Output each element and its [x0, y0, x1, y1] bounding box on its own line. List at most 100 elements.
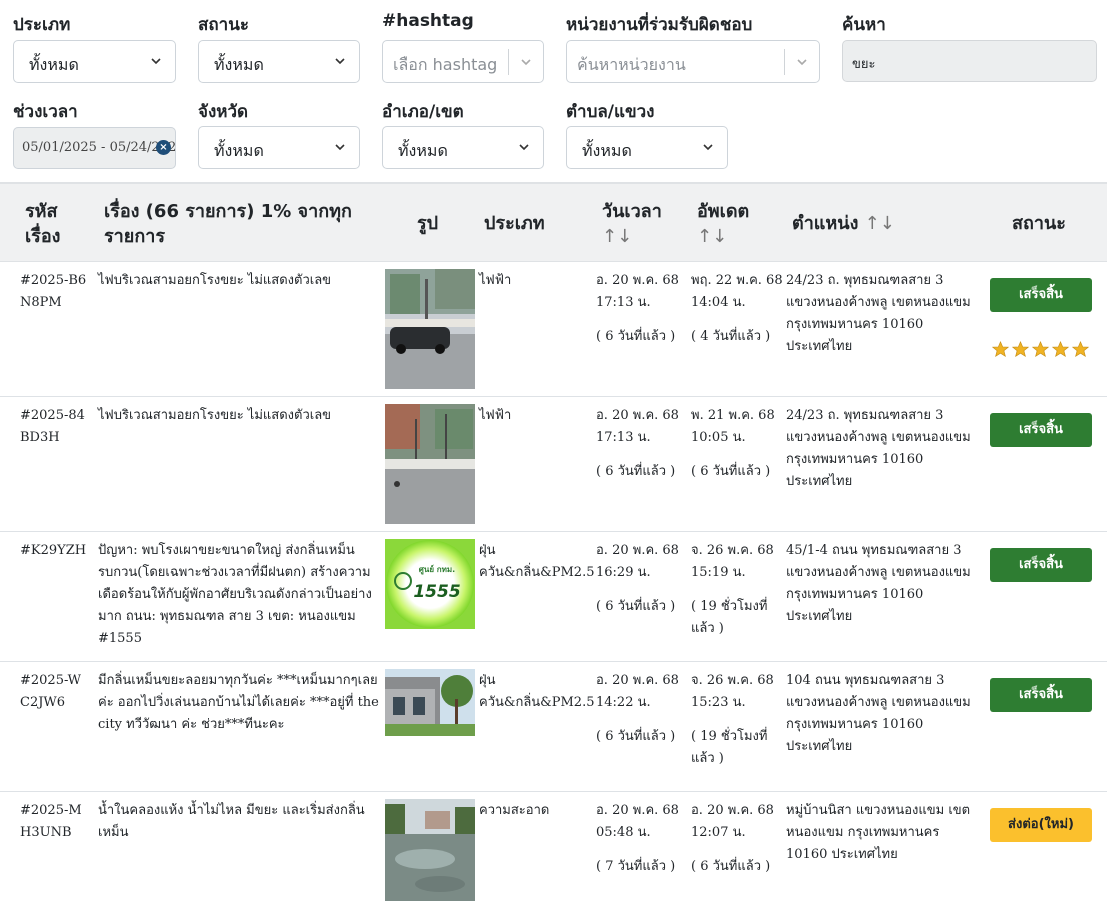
- type-select[interactable]: ทั้งหมด: [13, 40, 176, 83]
- date-range-value: 05/01/2025 - 05/24/2025: [22, 140, 176, 155]
- table-row[interactable]: #2025-MH3UNB น้ำในคลองแห้ง น้ำไม่ไหล มีข…: [0, 792, 1107, 901]
- table-row[interactable]: #K29YZH ปัญหา: พบโรงเผาขยะขนาดใหญ่ ส่งกล…: [0, 532, 1107, 662]
- subdistrict-select-value: ทั้งหมด: [582, 141, 632, 160]
- row-id[interactable]: #2025-WC2JW6: [20, 670, 90, 714]
- province-filter-label: จังหวัด: [198, 102, 249, 122]
- report-thumbnail[interactable]: ศูนย์ กทม. 1555: [385, 539, 475, 629]
- row-datetime-ago: ( 6 วันที่แล้ว ): [596, 729, 676, 744]
- hashtag-placeholder: เลือก hashtag: [393, 55, 498, 74]
- row-title[interactable]: ไฟบริเวณสามอยกโรงขยะ ไม่แสดงตัวเลข: [98, 405, 376, 427]
- header-updated-label: อัพเดต: [697, 201, 750, 222]
- search-input[interactable]: ขยะ: [842, 40, 1097, 82]
- row-location: 24/23 ถ. พุทธมณฑลสาย 3 แขวงหนองค้างพลู เ…: [786, 408, 971, 489]
- rating-stars: [992, 341, 1089, 358]
- row-type: ฝุ่น ควัน&กลิ่น&PM2.5: [479, 673, 595, 710]
- row-id[interactable]: #2025-84BD3H: [20, 405, 90, 449]
- row-updated: พ. 21 พ.ค. 68 10:05 น.: [691, 408, 775, 445]
- chevron-down-icon: [151, 58, 161, 65]
- type-select-value: ทั้งหมด: [29, 55, 79, 74]
- select-divider: [508, 49, 509, 75]
- header-id[interactable]: รหัส เรื่อง: [25, 199, 85, 249]
- sort-icon[interactable]: ↑↓: [602, 226, 632, 247]
- row-id[interactable]: #2025-B6N8PM: [20, 270, 90, 314]
- status-badge[interactable]: ส่งต่อ(ใหม่): [990, 808, 1092, 842]
- star-icon: [1032, 341, 1049, 358]
- row-type: ฝุ่น ควัน&กลิ่น&PM2.5: [479, 543, 595, 580]
- row-updated-ago: ( 19 ชั่วโมงที่แล้ว ): [691, 599, 768, 636]
- row-datetime: อ. 20 พ.ค. 68 17:13 น.: [596, 408, 679, 445]
- row-datetime-ago: ( 6 วันที่แล้ว ): [596, 464, 676, 479]
- status-badge[interactable]: เสร็จสิ้น: [990, 548, 1092, 582]
- logo-top-text: ศูนย์ กทม.: [419, 564, 455, 575]
- header-datetime[interactable]: วันเวลา ↑↓: [602, 199, 682, 249]
- hashtag-select[interactable]: เลือก hashtag: [382, 40, 544, 83]
- row-location: 45/1-4 ถนน พุทธมณฑลสาย 3 แขวงหนองค้างพลู…: [786, 543, 971, 624]
- select-divider: [784, 49, 785, 75]
- header-type[interactable]: ประเภท: [484, 211, 545, 236]
- status-badge[interactable]: เสร็จสิ้น: [990, 413, 1092, 447]
- sort-icon[interactable]: ↑↓: [697, 226, 727, 247]
- status-filter-label: สถานะ: [198, 15, 249, 35]
- row-updated: จ. 26 พ.ค. 68 15:23 น.: [691, 673, 774, 710]
- agency-placeholder: ค้นหาหน่วยงาน: [577, 55, 686, 74]
- row-id[interactable]: #2025-MH3UNB: [20, 800, 90, 844]
- row-datetime: อ. 20 พ.ค. 68 16:29 น.: [596, 543, 679, 580]
- date-range-input[interactable]: 05/01/2025 - 05/24/2025 ×: [13, 127, 176, 169]
- row-updated: พฤ. 22 พ.ค. 68 14:04 น.: [691, 273, 783, 310]
- row-updated-ago: ( 4 วันที่แล้ว ): [691, 329, 771, 344]
- logo-main-text: 1555: [413, 582, 460, 602]
- chevron-down-icon: [703, 144, 713, 151]
- header-image: รูป: [417, 213, 439, 234]
- hashtag-filter-label: #hashtag: [382, 11, 474, 31]
- chevron-down-icon: [519, 144, 529, 151]
- row-id[interactable]: #K29YZH: [20, 540, 90, 562]
- reports-table: รหัส เรื่อง เรื่อง (66 รายการ) 1% จากทุก…: [0, 182, 1107, 901]
- row-datetime-ago: ( 7 วันที่แล้ว ): [596, 859, 676, 874]
- chevron-down-icon: [797, 59, 807, 66]
- agency-select[interactable]: ค้นหาหน่วยงาน: [566, 40, 820, 83]
- subdistrict-select[interactable]: ทั้งหมด: [566, 126, 728, 169]
- report-thumbnail[interactable]: [385, 669, 475, 736]
- row-updated-ago: ( 6 วันที่แล้ว ): [691, 464, 771, 479]
- row-updated-ago: ( 6 วันที่แล้ว ): [691, 859, 771, 874]
- row-datetime: อ. 20 พ.ค. 68 14:22 น.: [596, 673, 679, 710]
- header-datetime-label: วันเวลา: [602, 201, 662, 222]
- header-title[interactable]: เรื่อง (66 รายการ) 1% จากทุกรายการ: [104, 199, 384, 249]
- header-location[interactable]: ตำแหน่ง ↑↓: [792, 211, 895, 236]
- sort-icon[interactable]: ↑↓: [865, 213, 895, 234]
- period-filter-label: ช่วงเวลา: [13, 102, 78, 122]
- row-title[interactable]: ไฟบริเวณสามอยกโรงขยะ ไม่แสดงตัวเลข: [98, 270, 376, 292]
- status-select[interactable]: ทั้งหมด: [198, 40, 360, 83]
- row-updated: จ. 26 พ.ค. 68 15:19 น.: [691, 543, 774, 580]
- status-badge[interactable]: เสร็จสิ้น: [990, 278, 1092, 312]
- province-select[interactable]: ทั้งหมด: [198, 126, 360, 169]
- row-title[interactable]: มีกลิ่นเหม็นขยะลอยมาทุกวันค่ะ ***เหม็นมา…: [98, 670, 382, 736]
- header-updated[interactable]: อัพเดต ↑↓: [697, 199, 777, 249]
- report-thumbnail[interactable]: [385, 404, 475, 524]
- search-value: ขยะ: [852, 57, 876, 72]
- star-icon: [992, 341, 1009, 358]
- report-thumbnail[interactable]: [385, 799, 475, 901]
- row-datetime: อ. 20 พ.ค. 68 17:13 น.: [596, 273, 679, 310]
- chevron-down-icon: [335, 144, 345, 151]
- row-title[interactable]: น้ำในคลองแห้ง น้ำไม่ไหล มีขยะ และเริ่มส่…: [98, 800, 378, 844]
- district-select[interactable]: ทั้งหมด: [382, 126, 544, 169]
- status-select-value: ทั้งหมด: [214, 55, 264, 74]
- row-updated-ago: ( 19 ชั่วโมงที่แล้ว ): [691, 729, 768, 766]
- row-updated: อ. 20 พ.ค. 68 12:07 น.: [691, 803, 774, 840]
- status-badge[interactable]: เสร็จสิ้น: [990, 678, 1092, 712]
- chevron-down-icon: [521, 59, 531, 66]
- row-title[interactable]: ปัญหา: พบโรงเผาขยะขนาดใหญ่ ส่งกลิ่นเหม็น…: [98, 540, 376, 650]
- star-icon: [1012, 341, 1029, 358]
- table-row[interactable]: #2025-B6N8PM ไฟบริเวณสามอยกโรงขยะ ไม่แสด…: [0, 262, 1107, 397]
- report-thumbnail[interactable]: [385, 269, 475, 389]
- row-location: หมู่บ้านนิสา แขวงหนองแขม เขตหนองแขม กรุง…: [786, 803, 971, 862]
- search-label: ค้นหา: [842, 15, 886, 35]
- table-row[interactable]: #2025-84BD3H ไฟบริเวณสามอยกโรงขยะ ไม่แสด…: [0, 397, 1107, 532]
- row-datetime: อ. 20 พ.ค. 68 05:48 น.: [596, 803, 679, 840]
- clear-icon[interactable]: ×: [156, 140, 171, 155]
- header-status: สถานะ: [1012, 213, 1066, 234]
- row-datetime-ago: ( 6 วันที่แล้ว ): [596, 329, 676, 344]
- province-select-value: ทั้งหมด: [214, 141, 264, 160]
- table-row[interactable]: #2025-WC2JW6 มีกลิ่นเหม็นขยะลอยมาทุกวันค…: [0, 662, 1107, 792]
